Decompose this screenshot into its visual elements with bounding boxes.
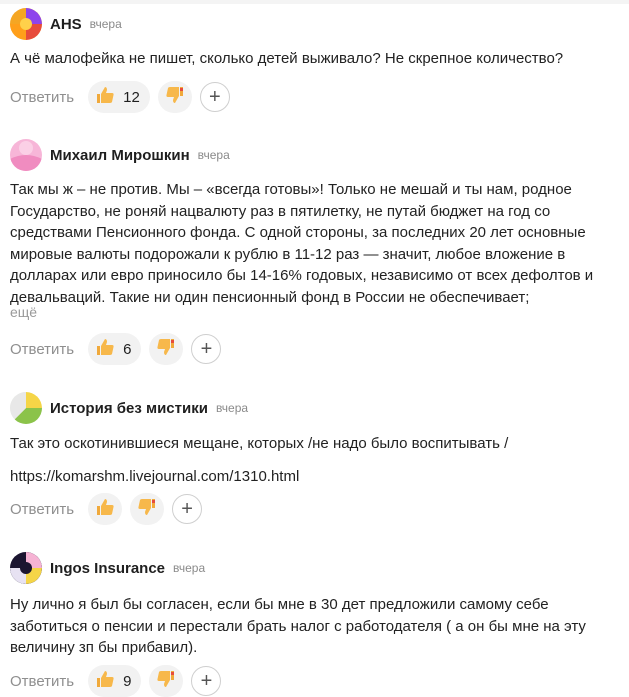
plus-icon: + [181,498,193,520]
comment-actions: Ответить 6 + [10,333,222,365]
comment-line: долларах или евро приносило бы 14-16% го… [10,267,594,284]
show-more-link[interactable]: ещё [10,304,37,320]
thumbs-up-icon [95,337,115,362]
reply-button[interactable]: Ответить [10,673,74,690]
thumbs-up-icon [95,669,115,694]
comment-line: А чё малофейка не пишет, сколько детей в… [10,50,564,67]
comment-actions: Ответить 12 + [10,81,230,113]
comment-line: величину зп бы прибавил). [10,639,198,656]
avatar[interactable] [10,552,42,584]
dislike-button[interactable] [149,333,184,365]
like-button[interactable]: 6 [88,333,142,365]
comment-header: Ingos Insurance вчера [10,552,205,584]
comment-header: История без мистики вчера [10,392,248,424]
reply-button[interactable]: Ответить [10,501,74,518]
dislike-button[interactable] [157,81,192,113]
comment-line: Так это оскотинившиеся мещане, которых /… [10,435,509,452]
add-reaction-button[interactable]: + [191,666,222,696]
reply-button[interactable]: Ответить [10,341,74,358]
avatar[interactable] [10,8,42,40]
comment-text: Ну лично я был бы согласен, если бы мне … [10,594,586,659]
dislike-button[interactable] [149,665,184,697]
comment-time: вчера [215,401,249,415]
add-reaction-button[interactable]: + [199,82,230,112]
thumbs-down-icon [137,497,157,522]
comment-header: Михаил Мирошкин вчера [10,139,230,171]
comment-header: AHS вчера [10,8,122,40]
comment-link[interactable]: https://komarshm.livejournal.com/1310.ht… [10,466,508,488]
like-count: 9 [123,672,132,690]
like-count: 12 [123,88,140,106]
like-button[interactable] [88,493,123,525]
author-name[interactable]: Ingos Insurance [50,560,165,577]
add-reaction-button[interactable]: + [172,494,203,524]
like-count: 6 [123,340,132,358]
like-button[interactable]: 12 [88,81,150,113]
top-divider [0,0,629,4]
comment-text: Так мы ж – не против. Мы – «всегда готов… [10,179,593,308]
author-name[interactable]: История без мистики [50,400,208,417]
plus-icon: + [200,338,213,360]
thumbs-down-icon [156,669,176,694]
avatar[interactable] [10,392,42,424]
dislike-button[interactable] [130,493,165,525]
author-name[interactable]: AHS [50,16,82,33]
comment-line: Государство, не роняй нацвалюту раз в пя… [10,202,551,220]
thumbs-up-icon [95,497,115,522]
comment-line: Ну лично я был бы согласен, если бы мне … [10,596,549,613]
comment-text: Так это оскотинившиеся мещане, которых /… [10,433,508,487]
reply-button[interactable]: Ответить [10,89,74,106]
plus-icon: + [200,670,213,692]
comment-actions: Ответить + [10,493,203,525]
comment-line: заботиться о пенсии и перестали брать на… [10,617,586,635]
avatar[interactable] [10,139,42,171]
comment-time: вчера [89,17,122,31]
add-reaction-button[interactable]: + [191,334,222,364]
comment-time: вчера [173,561,206,575]
comment-line: мировые валюты подорожали к рублю в 11-1… [10,245,566,263]
comment-line: Так мы ж – не против. Мы – «всегда готов… [10,181,572,198]
comment-line: средствами Пенсионного фонда. С одной ст… [10,224,586,241]
comment-line: девальваций. Такие ни один пенсионный фо… [10,288,530,306]
comment-actions: Ответить 9 + [10,665,222,697]
comment-text: А чё малофейка не пишет, сколько детей в… [10,48,563,70]
plus-icon: + [208,86,221,108]
comment-time: вчера [197,148,230,162]
thumbs-down-icon [156,337,176,362]
thumbs-down-icon [165,85,185,110]
author-name[interactable]: Михаил Мирошкин [50,147,190,164]
like-button[interactable]: 9 [88,665,142,697]
thumbs-up-icon [95,85,115,110]
